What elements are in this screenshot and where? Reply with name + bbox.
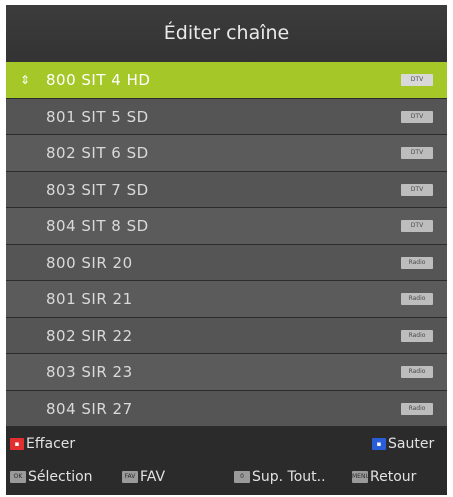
channel-name: 804 SIT 8 SD [46, 217, 149, 235]
channel-list: ⇕ 800 SIT 4 HD DTV 801 SIT 5 SD DTV 802 … [6, 62, 447, 427]
back-hint[interactable]: MENURetour [352, 462, 416, 492]
channel-type-badge: DTV [401, 220, 433, 232]
channel-type-badge: Radio [401, 256, 433, 269]
channel-row-804-sit-8-sd[interactable]: 804 SIT 8 SD DTV [6, 208, 447, 245]
delete-hint[interactable]: ▪ Effacer [10, 429, 75, 459]
channel-type-badge: DTV [401, 110, 433, 123]
channel-row-801-sit-5-sd[interactable]: 801 SIT 5 SD DTV [6, 98, 447, 135]
fav-label: FAV [140, 469, 166, 485]
channel-type-badge: Radio [401, 293, 433, 305]
channel-type-badge: Radio [401, 366, 433, 378]
up-down-arrow-icon: ⇕ [20, 73, 31, 87]
channel-name: 801 SIR 21 [46, 290, 133, 308]
ok-key-icon: OK [10, 471, 26, 483]
channel-row-802-sit-6-sd[interactable]: 802 SIT 6 SD DTV [6, 135, 447, 172]
channel-row-803-sit-7-sd[interactable]: 803 SIT 7 SD DTV [6, 171, 447, 208]
page-title: Éditer chaîne [6, 5, 447, 62]
channel-name: 802 SIR 22 [46, 326, 133, 345]
key-hints-bar: ▪ Effacer ▪ Sauter OK Sélection FAV FAV 0 Sup… [6, 427, 447, 495]
skip-hint[interactable]: ▪ Sauter [372, 429, 434, 459]
zero-key-icon: 0 [234, 471, 250, 483]
channel-row-803-sir-23[interactable]: 803 SIR 23 Radio [6, 354, 447, 391]
channel-type-badge: Radio [401, 329, 433, 342]
red-key-icon: ▪ [10, 438, 24, 450]
channel-row-804-sir-27[interactable]: 804 SIR 27 Radio [6, 390, 447, 427]
channel-name: 803 SIR 23 [46, 363, 133, 381]
channel-row-802-sir-22[interactable]: 802 SIR 22 Radio [6, 317, 447, 354]
channel-name: 800 SIR 20 [46, 253, 133, 272]
channel-row-800-sir-20[interactable]: 800 SIR 20 Radio [6, 244, 447, 281]
channel-type-badge: DTV [401, 183, 433, 196]
channel-name: 801 SIT 5 SD [46, 107, 149, 126]
select-hint[interactable]: OK Sélection [10, 462, 93, 492]
delete-all-label: Sup. Tout.. [252, 469, 326, 485]
edit-channel-screen: Éditer chaîne ⇕ 800 SIT 4 HD DTV 801 SIT… [6, 5, 447, 495]
back-label: Retour [370, 469, 417, 485]
delete-all-hint[interactable]: 0 Sup. Tout.. [234, 462, 326, 492]
channel-row-800-sit-4-hd[interactable]: ⇕ 800 SIT 4 HD DTV [6, 62, 447, 99]
channel-name: 802 SIT 6 SD [46, 144, 149, 162]
channel-type-badge: Radio [401, 402, 433, 415]
channel-name: 804 SIR 27 [46, 399, 133, 418]
channel-name: 800 SIT 4 HD [46, 71, 151, 89]
menu-key-icon: MENU [352, 471, 370, 483]
blue-key-icon: ▪ [372, 438, 386, 450]
channel-name: 803 SIT 7 SD [46, 180, 149, 199]
channel-type-badge: DTV [401, 147, 433, 159]
fav-key-icon: FAV [122, 471, 138, 483]
delete-label: Effacer [26, 436, 76, 452]
channel-type-badge: DTV [401, 74, 433, 86]
channel-row-801-sir-21[interactable]: 801 SIR 21 Radio [6, 281, 447, 318]
fav-hint[interactable]: FAV FAV [122, 462, 165, 492]
select-label: Sélection [28, 469, 93, 485]
skip-label: Sauter [388, 436, 435, 452]
